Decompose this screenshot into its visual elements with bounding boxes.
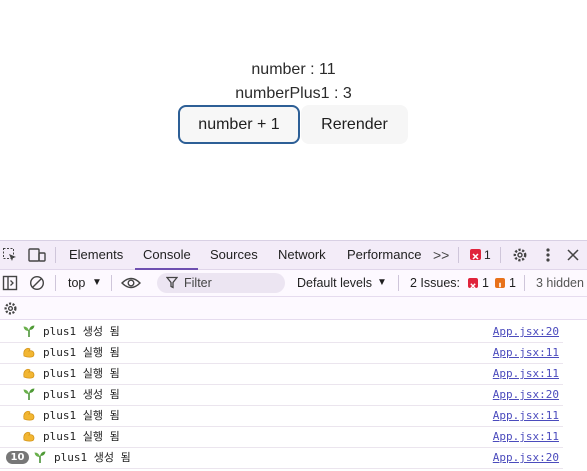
kebab-menu-icon[interactable]	[539, 246, 557, 264]
gear-icon[interactable]	[511, 246, 529, 264]
source-link[interactable]: App.jsx:11	[493, 426, 559, 447]
devtools-tabbar: Elements Console Sources Network Perform…	[0, 241, 587, 270]
error-count[interactable]: 1	[484, 241, 491, 269]
issues-warning-count[interactable]: 1	[509, 270, 516, 296]
source-link[interactable]: App.jsx:11	[493, 363, 559, 384]
more-tabs-icon[interactable]: >>	[433, 241, 449, 269]
filter-placeholder: Filter	[184, 276, 212, 290]
console-message-text: plus1 생성 됨	[54, 451, 131, 464]
console-message-text: plus1 실행 됨	[43, 346, 120, 359]
toolbar-divider	[524, 275, 525, 291]
console-message-text: plus1 실행 됨	[43, 430, 120, 443]
log-levels-select[interactable]: Default levels	[297, 270, 372, 296]
tabbar-divider	[55, 247, 56, 263]
clear-console-icon[interactable]	[28, 274, 46, 292]
tab-console[interactable]: Console	[143, 241, 191, 269]
console-message-row: plus1 생성 됨 App.jsx:20	[0, 321, 563, 343]
console-message-row: plus1 생성 됨 App.jsx:20	[0, 384, 563, 406]
seedling-icon	[22, 387, 36, 401]
console-toolbar: top ▼ Filter Default levels ▼ 2 Issues: …	[0, 270, 587, 297]
number-text: number : 11	[251, 61, 336, 78]
error-badge-icon[interactable]	[470, 249, 481, 260]
device-toolbar-icon[interactable]	[28, 246, 46, 264]
source-link[interactable]: App.jsx:11	[493, 342, 559, 363]
console-message-row: plus1 실행 됨 App.jsx:11	[0, 342, 563, 364]
source-link[interactable]: App.jsx:20	[493, 447, 559, 468]
seedling-icon	[22, 324, 36, 338]
console-message-row: 10 plus1 생성 됨 App.jsx:20	[0, 447, 563, 469]
app-area: number : 11 numberPlus1 : 3 number + 1 R…	[0, 0, 587, 240]
muscle-icon	[22, 429, 36, 443]
chevron-down-icon[interactable]: ▼	[377, 270, 387, 296]
seedling-icon	[33, 450, 47, 464]
console-messages: plus1 생성 됨 App.jsx:20 plus1 실행 됨 App.jsx:11…	[0, 321, 587, 471]
toolbar-divider	[398, 275, 399, 291]
muscle-icon	[22, 408, 36, 422]
filter-icon	[165, 276, 179, 294]
sidebar-toggle-icon[interactable]	[1, 274, 19, 292]
source-link[interactable]: App.jsx:11	[493, 405, 559, 426]
tab-sources[interactable]: Sources	[210, 241, 258, 269]
console-message-row: plus1 실행 됨 App.jsx:11	[0, 405, 563, 427]
close-icon[interactable]	[564, 246, 582, 264]
issue-warning-icon[interactable]	[495, 278, 505, 290]
tab-network[interactable]: Network	[278, 241, 326, 269]
toolbar-divider	[55, 275, 56, 291]
tab-performance[interactable]: Performance	[347, 241, 421, 269]
context-selector[interactable]: top	[68, 270, 85, 296]
muscle-icon	[22, 366, 36, 380]
source-link[interactable]: App.jsx:20	[493, 384, 559, 405]
inspect-element-icon[interactable]	[1, 246, 19, 264]
console-message-text: plus1 생성 됨	[43, 388, 120, 401]
console-message-row: plus1 실행 됨 App.jsx:11	[0, 363, 563, 385]
filter-input[interactable]: Filter	[157, 273, 285, 293]
gear-icon[interactable]	[1, 299, 19, 317]
console-message-text: plus1 생성 됨	[43, 325, 120, 338]
rerender-button[interactable]: Rerender	[301, 105, 408, 144]
tabbar-divider	[500, 247, 501, 263]
console-message-row: plus1 실행 됨 App.jsx:11	[0, 426, 563, 448]
issues-error-count[interactable]: 1	[482, 270, 489, 296]
console-message-text: plus1 실행 됨	[43, 367, 120, 380]
console-settings-row	[0, 297, 587, 320]
muscle-icon	[22, 345, 36, 359]
source-link[interactable]: App.jsx:20	[493, 321, 559, 342]
devtools-panel: Elements Console Sources Network Perform…	[0, 240, 587, 471]
repeat-count-badge: 10	[6, 451, 29, 464]
issue-error-icon[interactable]	[468, 278, 478, 289]
eye-icon[interactable]	[121, 274, 141, 292]
tabbar-divider	[458, 247, 459, 263]
chevron-down-icon[interactable]: ▼	[92, 270, 102, 296]
tab-elements[interactable]: Elements	[69, 241, 123, 269]
issues-label[interactable]: 2 Issues:	[410, 270, 460, 296]
numberplus1-text: numberPlus1 : 3	[235, 85, 352, 102]
number-plus-one-button[interactable]: number + 1	[178, 105, 300, 144]
toolbar-divider	[111, 275, 112, 291]
hidden-count[interactable]: 3 hidden	[536, 270, 584, 296]
console-message-text: plus1 실행 됨	[43, 409, 120, 422]
